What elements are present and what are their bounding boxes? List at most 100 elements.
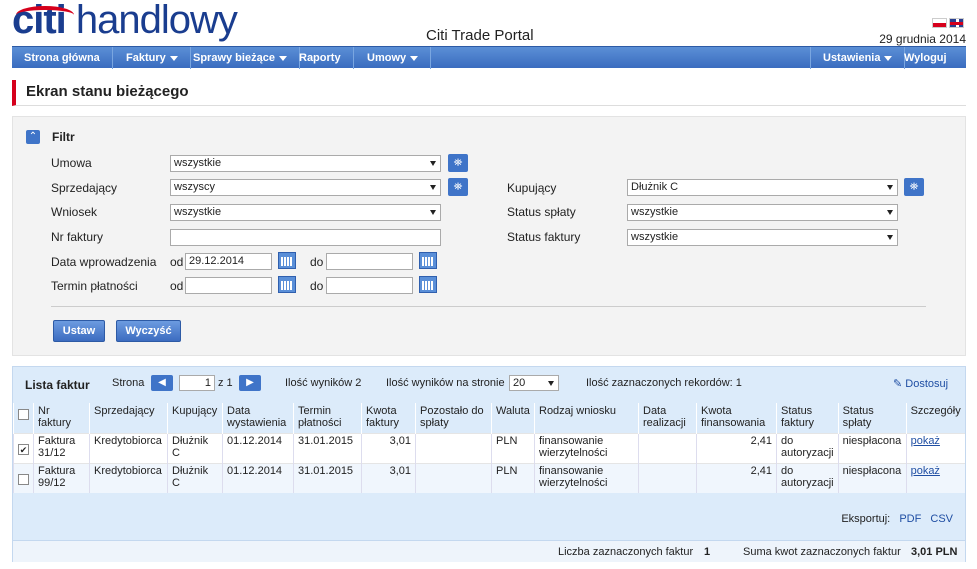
financing-amount: 2,41 — [696, 432, 777, 463]
row-checkbox-cell — [13, 462, 34, 493]
due-date: 31.01.2015 — [293, 432, 362, 463]
realization-date — [638, 462, 697, 493]
entry-date-label: Data wprowadzenia — [51, 255, 157, 269]
previous-page-button[interactable]: ◀ — [151, 375, 173, 391]
entry-date-to-input[interactable] — [326, 253, 413, 270]
column-header[interactable]: Kupujący — [167, 403, 223, 433]
customize-link[interactable]: ✎ Dostosuj — [893, 377, 948, 390]
repayment-status-select[interactable]: wszystkie — [627, 204, 898, 221]
invoice-number: Faktura 99/12 — [33, 462, 90, 493]
buyer: Dłużnik C — [167, 432, 223, 463]
invoice-number-input[interactable] — [170, 229, 441, 246]
nav-logout[interactable]: Wyloguj — [892, 47, 959, 69]
brand-suffix: handlowy — [75, 0, 238, 42]
invoice-amount: 3,01 — [361, 462, 416, 493]
export-label: Eksportuj: — [841, 513, 891, 525]
due-date-to-input[interactable] — [326, 277, 413, 294]
nav-invoices[interactable]: Faktury — [114, 47, 191, 69]
export-pdf-link[interactable]: PDF — [899, 513, 921, 525]
chevron-down-icon — [887, 185, 893, 190]
invoice-number-label: Nr faktury — [51, 230, 104, 244]
column-header[interactable]: Status faktury — [776, 403, 839, 433]
filter-title: Filtr — [52, 130, 75, 144]
column-header[interactable]: Termin płatności — [293, 403, 362, 433]
request-type: finansowanie wierzytelności — [534, 462, 639, 493]
filter-divider — [51, 306, 926, 307]
column-header[interactable]: Kwota finansowania — [696, 403, 777, 433]
invoice-list-panel: Lista faktur Strona ◀ 1 z 1 ▶ Ilość wyni… — [12, 366, 966, 562]
column-header[interactable]: Status spłaty — [837, 403, 907, 433]
show-details-link[interactable]: pokaż — [911, 435, 940, 447]
calendar-icon[interactable] — [278, 252, 296, 269]
calendar-icon[interactable] — [419, 252, 437, 269]
column-header[interactable]: Kwota faktury — [361, 403, 416, 433]
select-all-header — [13, 403, 34, 433]
due-date-from-input[interactable] — [185, 277, 272, 294]
buyer-select[interactable]: Dłużnik C — [627, 179, 898, 196]
calendar-icon[interactable] — [278, 276, 296, 293]
entry-date-from-input[interactable]: 29.12.2014 — [185, 253, 272, 270]
nav-reports[interactable]: Raporty — [287, 47, 354, 69]
due-date-from-label: od — [170, 279, 184, 293]
details-cell: pokaż — [905, 432, 965, 463]
next-page-button[interactable]: ▶ — [239, 375, 261, 391]
invoice-status-select[interactable]: wszystkie — [627, 229, 898, 246]
repayment-status-label: Status spłaty — [507, 205, 576, 219]
currency: PLN — [491, 432, 535, 463]
repayment-status: niespłacona — [837, 462, 907, 493]
invoice-status: do autoryzacji — [776, 432, 839, 463]
english-flag-icon[interactable] — [949, 18, 964, 28]
seller-label: Sprzedający — [51, 181, 118, 195]
binoculars-icon[interactable]: ⛯ — [448, 154, 468, 172]
due-date-label: Termin płatności — [51, 279, 138, 293]
binoculars-icon[interactable]: ⛯ — [448, 178, 468, 196]
column-header[interactable]: Rodzaj wniosku — [534, 403, 639, 433]
column-header[interactable]: Sprzedający — [89, 403, 168, 433]
edit-icon: ✎ — [893, 378, 903, 390]
nav-home[interactable]: Strona główna — [12, 47, 113, 69]
page-label: Strona — [112, 377, 145, 389]
select-all-checkbox[interactable] — [18, 409, 29, 420]
contract-select[interactable]: wszystkie — [170, 155, 441, 172]
column-header[interactable]: Data realizacji — [638, 403, 697, 433]
column-header[interactable]: Nr faktury — [33, 403, 90, 433]
request-select[interactable]: wszystkie — [170, 204, 441, 221]
chevron-down-icon — [887, 210, 893, 215]
chevron-down-icon — [430, 185, 436, 190]
polish-flag-icon[interactable] — [932, 18, 947, 28]
nav-current-matters[interactable]: Sprawy bieżące — [181, 47, 300, 69]
table-row[interactable]: Faktura 99/12 Kredytobiorca Dłużnik C 01… — [13, 462, 965, 493]
header: citi handlowy Citi Trade Portal 29 grudn… — [0, 0, 977, 46]
show-details-link[interactable]: pokaż — [911, 465, 940, 477]
selected-invoices-count: 1 — [704, 546, 711, 558]
set-filter-button[interactable]: Ustaw — [53, 320, 105, 342]
row-checkbox[interactable] — [18, 473, 29, 485]
per-page-label: Ilość wyników na stronie — [386, 377, 505, 389]
seller-select[interactable]: wszyscy — [170, 179, 441, 196]
column-header[interactable]: Pozostało do spłaty — [415, 403, 492, 433]
export-bar: Eksportuj: PDF CSV — [841, 513, 953, 525]
main-navigation: Strona główna Faktury Sprawy bieżące Rap… — [12, 46, 966, 69]
calendar-icon[interactable] — [419, 276, 437, 293]
nav-contracts[interactable]: Umowy — [355, 47, 432, 69]
page-title: Ekran stanu bieżącego — [12, 80, 966, 106]
binoculars-icon[interactable]: ⛯ — [904, 178, 924, 196]
column-header[interactable]: Waluta — [491, 403, 535, 433]
row-checkbox[interactable]: ✔ — [18, 443, 29, 455]
citi-handlowy-logo[interactable]: citi handlowy — [12, 0, 238, 43]
repayment-status: niespłacona — [837, 432, 907, 463]
remaining-amount — [415, 462, 492, 493]
clear-filter-button[interactable]: Wyczyść — [116, 320, 181, 342]
per-page-select[interactable]: 20 — [509, 375, 559, 391]
results-count: Ilość wyników 2 — [285, 377, 362, 389]
realization-date — [638, 432, 697, 463]
column-header[interactable]: Data wystawienia — [222, 403, 294, 433]
collapse-icon[interactable]: ⌃ — [26, 130, 40, 144]
list-toolbar: Lista faktur Strona ◀ 1 z 1 ▶ Ilość wyni… — [13, 367, 965, 403]
export-csv-link[interactable]: CSV — [930, 513, 953, 525]
table-row[interactable]: ✔ Faktura 31/12 Kredytobiorca Dłużnik C … — [13, 432, 965, 463]
chevron-down-icon — [169, 55, 178, 61]
column-header[interactable]: Szczegóły — [905, 403, 965, 433]
details-cell: pokaż — [905, 462, 965, 493]
page-number-input[interactable]: 1 — [179, 375, 215, 391]
